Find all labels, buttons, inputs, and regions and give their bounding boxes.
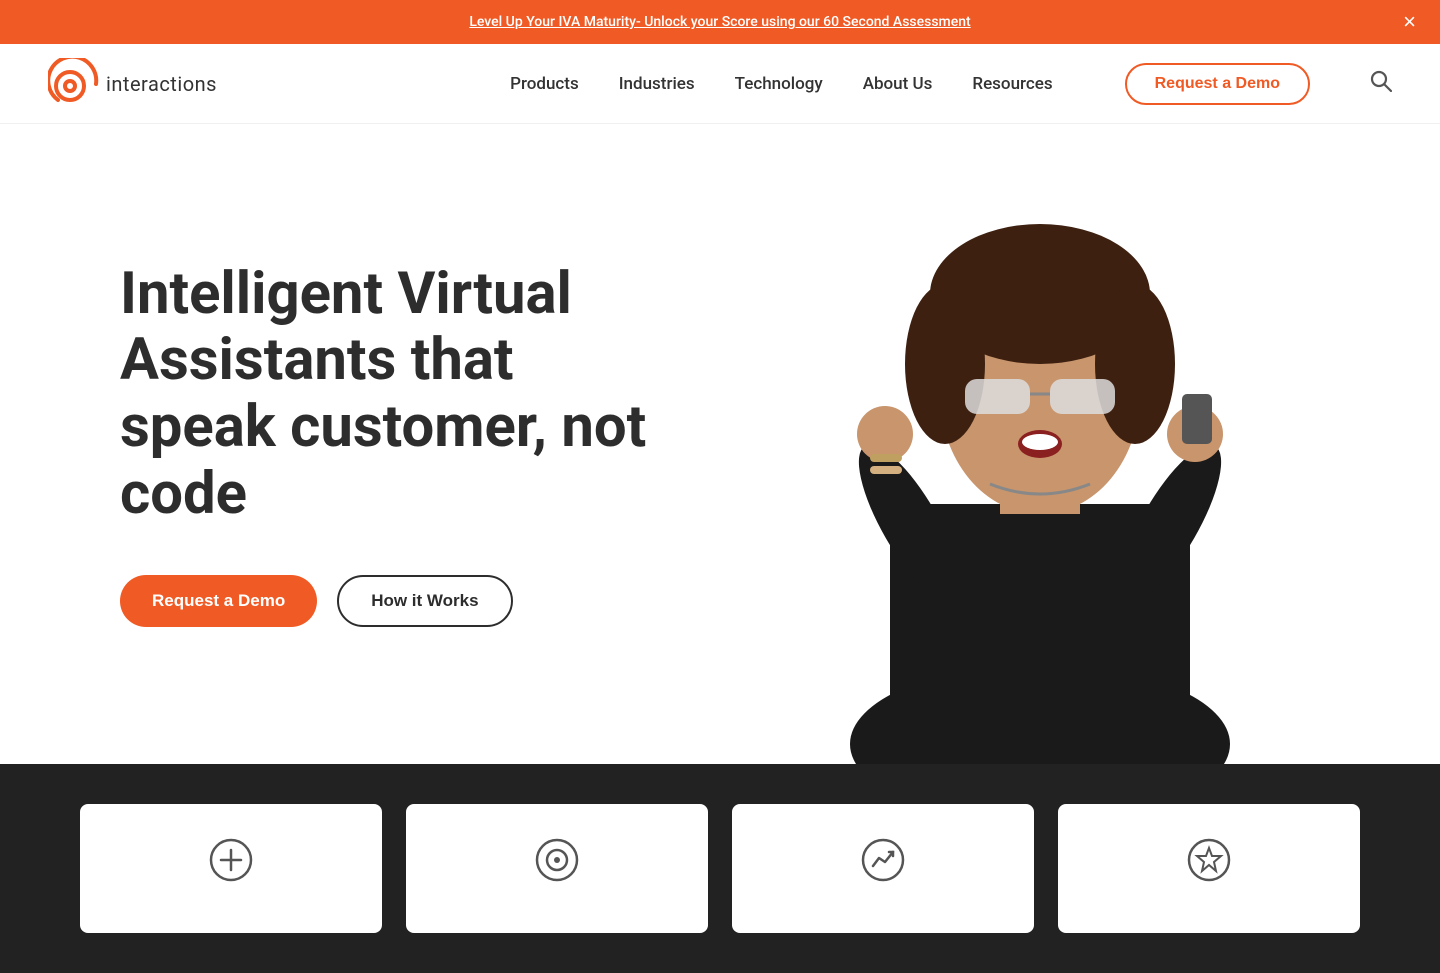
hero-how-it-works-button[interactable]: How it Works [337, 575, 512, 627]
nav-technology[interactable]: Technology [735, 74, 823, 94]
card-3-icon [859, 836, 907, 893]
search-button[interactable] [1370, 70, 1392, 98]
card-1 [80, 804, 382, 933]
card-3 [732, 804, 1034, 933]
card-1-icon [207, 836, 255, 893]
card-2-icon [533, 836, 581, 893]
cards-section [0, 764, 1440, 973]
hero-title: Intelligent Virtual Assistants that spea… [120, 261, 680, 528]
nav-products[interactable]: Products [510, 74, 579, 94]
hero-image [700, 124, 1380, 764]
banner-link[interactable]: Level Up Your IVA Maturity- Unlock your … [469, 14, 970, 30]
announcement-banner: Level Up Your IVA Maturity- Unlock your … [0, 0, 1440, 44]
hero-section: Intelligent Virtual Assistants that spea… [0, 124, 1440, 764]
banner-close-button[interactable]: × [1403, 11, 1416, 33]
header-demo-button[interactable]: Request a Demo [1125, 63, 1310, 105]
logo-text: interactions [106, 72, 217, 96]
person-illustration [790, 124, 1290, 764]
card-2 [406, 804, 708, 933]
logo-icon [48, 58, 100, 110]
main-nav: Products Industries Technology About Us … [510, 63, 1392, 105]
nav-about[interactable]: About Us [863, 74, 933, 94]
hero-content: Intelligent Virtual Assistants that spea… [0, 181, 680, 708]
nav-resources[interactable]: Resources [972, 74, 1052, 94]
logo[interactable]: interactions [48, 58, 217, 110]
hero-buttons: Request a Demo How it Works [120, 575, 680, 627]
card-4 [1058, 804, 1360, 933]
card-4-icon [1185, 836, 1233, 893]
search-icon [1370, 70, 1392, 92]
site-header: interactions Products Industries Technol… [0, 44, 1440, 124]
hero-demo-button[interactable]: Request a Demo [120, 575, 317, 627]
nav-industries[interactable]: Industries [619, 74, 695, 94]
